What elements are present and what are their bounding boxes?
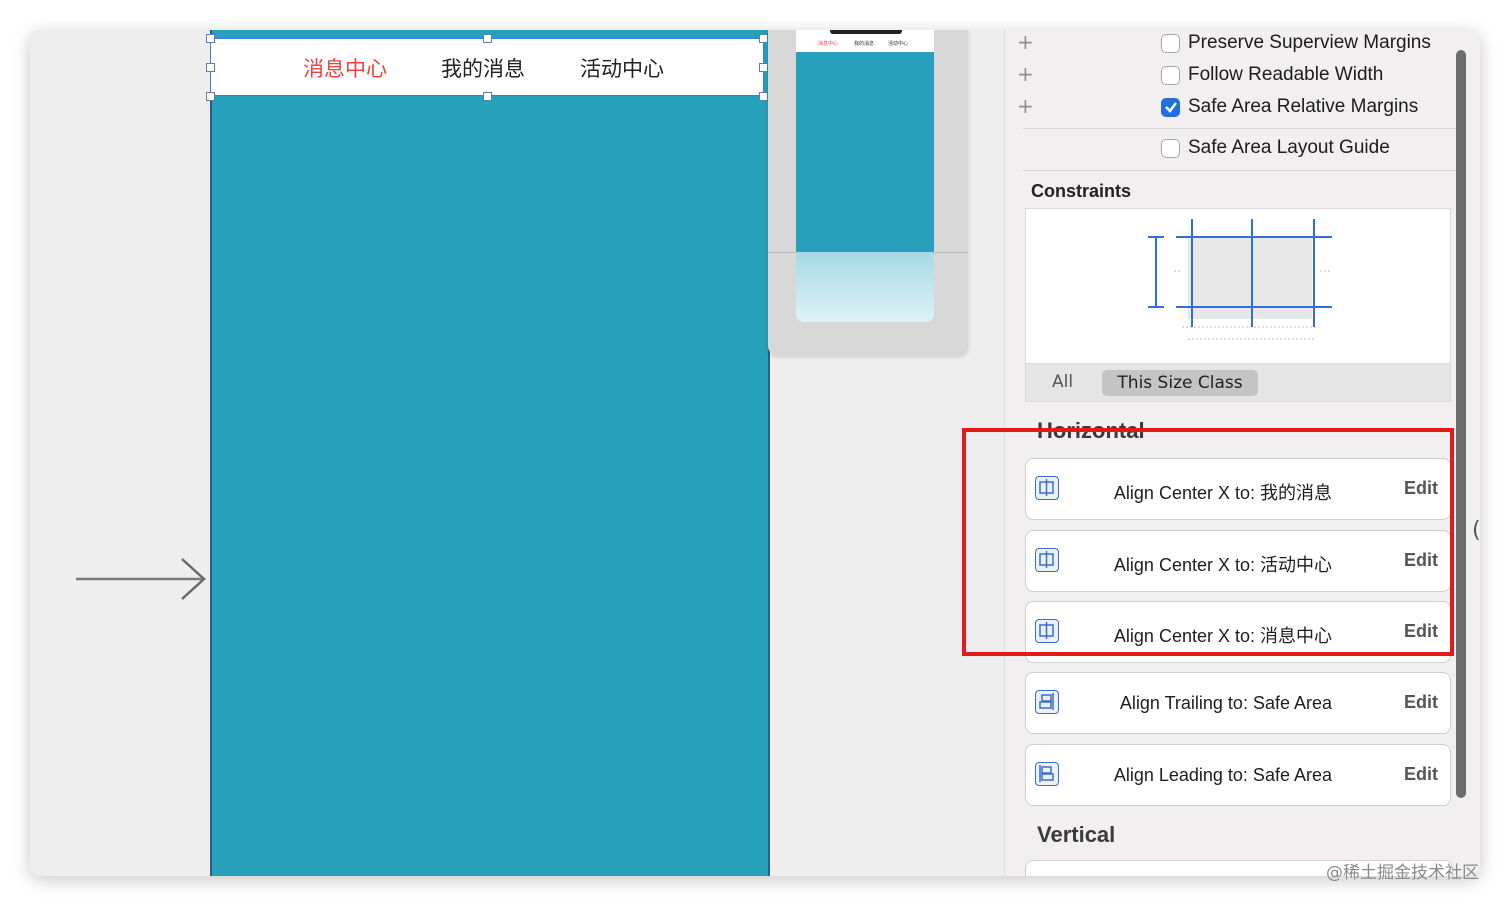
resize-handle[interactable] [759,63,768,72]
add-variation-icon[interactable]: + [1017,32,1034,52]
preview-segment-label: 我的消息 [854,41,875,47]
safe-area-layout-guide-option[interactable]: Safe Area Layout Guide [1161,136,1390,160]
safe-area-layout-guide-label: Safe Area Layout Guide [1188,137,1390,158]
preview-reflection [796,252,934,322]
checkbox-checked[interactable] [1161,97,1180,117]
leading-icon [1035,762,1059,786]
constraints-title: Constraints [1031,181,1132,201]
safe-area-relative-margins-label: Safe Area Relative Margins [1188,96,1419,117]
storyboard-canvas[interactable]: 消息中心 我的消息 活动中心 消息中心 我的消息 活动中心 [30,30,1004,876]
segment-message-center[interactable]: 消息中心 [303,53,387,83]
follow-readable-width-option[interactable]: Follow Readable Width [1161,63,1383,87]
resize-handle[interactable] [759,92,768,101]
edit-button[interactable]: Edit [1404,764,1438,785]
preview-content [796,52,934,252]
size-class-bar: All This Size Class [1025,364,1451,402]
all-size-classes-tab[interactable]: All [1052,372,1073,392]
resize-handle[interactable] [206,63,215,72]
edit-button[interactable]: Edit [1404,692,1438,713]
preview-segment-label: 消息中心 [818,41,839,47]
segment-bar[interactable]: 消息中心 我的消息 活动中心 [210,38,764,96]
segment-activity-center[interactable]: 活动中心 [580,53,664,83]
trailing-icon [1035,690,1059,714]
constraints-diagram-graphic [1148,219,1332,340]
add-variation-icon[interactable]: + [1017,64,1034,84]
add-variation-icon[interactable]: + [1017,96,1034,116]
constraint-description: Align Trailing to: Safe Area [1119,693,1332,713]
checkbox[interactable] [1161,33,1180,53]
preview-top-bar: 消息中心 我的消息 活动中心 [796,30,934,52]
safe-area-relative-margins-option[interactable]: Safe Area Relative Margins [1161,95,1418,119]
resize-handle[interactable] [206,34,215,43]
follow-readable-width-label: Follow Readable Width [1188,64,1384,85]
resize-handle[interactable] [483,34,492,43]
constraints-diagram[interactable] [1025,208,1451,364]
entry-point-arrow-icon [76,558,206,600]
checkbox[interactable] [1161,138,1180,158]
divider [1023,128,1463,129]
vertical-section-title: Vertical [1037,822,1116,847]
constraint-description: Align Leading to: Safe Area [1113,765,1332,785]
preserve-superview-margins-label: Preserve Superview Margins [1188,32,1431,53]
edge-fragment-icon: ( [1472,518,1481,543]
watermark: @稀土掘金技术社区 [1326,863,1479,883]
constraint-row[interactable]: Align Leading to: Safe Area Edit [1025,744,1451,806]
xcode-window: 消息中心 我的消息 活动中心 消息中心 我的消息 活动中心 + + + Pres… [30,30,1480,876]
divider [1023,170,1463,171]
preserve-superview-margins-option[interactable]: Preserve Superview Margins [1161,31,1431,55]
checkbox[interactable] [1161,65,1180,85]
inspector-scrollbar[interactable] [1456,50,1466,798]
this-size-class-tab[interactable]: This Size Class [1102,370,1258,396]
constraint-row[interactable]: Align Trailing to: Safe Area Edit [1025,672,1451,734]
checkmark-icon [1164,102,1177,113]
resize-handle[interactable] [759,34,768,43]
preview-thumbnail[interactable]: 消息中心 我的消息 活动中心 [768,30,968,356]
resize-handle[interactable] [206,92,215,101]
preview-notch [830,30,902,34]
highlight-box [962,428,1454,656]
resize-handle[interactable] [483,92,492,101]
segment-my-messages[interactable]: 我的消息 [441,53,525,83]
preview-segment-label: 活动中心 [888,41,909,47]
device-view[interactable] [210,30,770,876]
